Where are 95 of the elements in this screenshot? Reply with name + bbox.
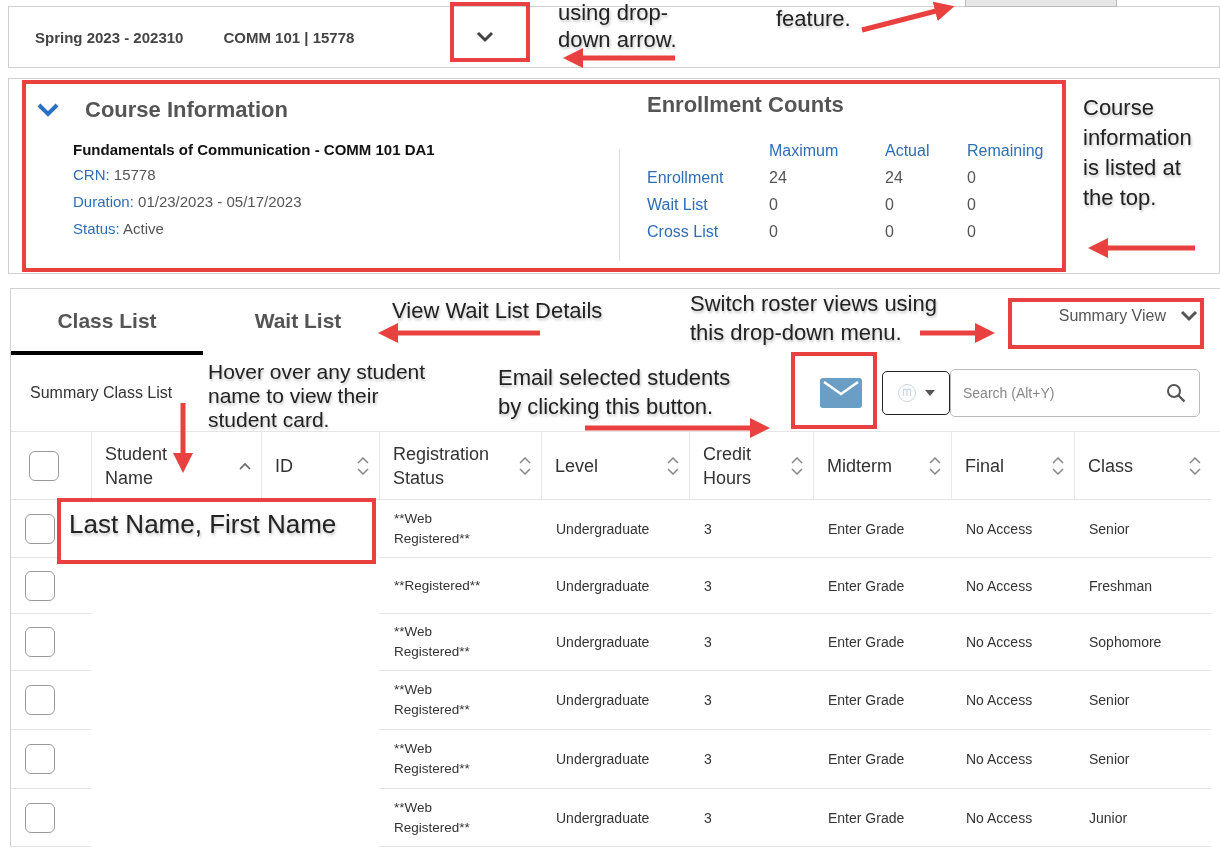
table-cell: 3 — [704, 751, 712, 767]
table-cell-text: **Web Registered** — [394, 681, 471, 719]
column-header: Maximum — [769, 141, 840, 161]
annotation-text: Email selected students by clicking this button. — [498, 364, 731, 421]
list-title: Summary Class List — [30, 384, 173, 402]
table-cell: 3 — [704, 692, 712, 708]
table-cell: Undergraduate — [556, 751, 650, 767]
checkbox[interactable] — [25, 570, 55, 601]
annotation-text: Hover over any student name to view their student card. — [208, 360, 426, 432]
checkbox[interactable] — [25, 802, 55, 833]
chevron-down-icon — [1180, 310, 1198, 322]
table-cell: No Access — [966, 751, 1033, 767]
chevron-down-icon[interactable] — [37, 102, 59, 118]
course-field: CRN: 15778 — [73, 161, 619, 188]
table-cell: No Access — [966, 809, 1033, 826]
count-value: 0 — [967, 222, 977, 242]
column-header[interactable]: Level — [541, 432, 689, 500]
table-cell: Senior — [1089, 692, 1130, 708]
table-cell: 3 — [704, 809, 712, 826]
column-header[interactable]: Class — [1074, 432, 1211, 500]
table-cell: Enter Grade — [828, 751, 905, 767]
table-cell-text: **Registered** — [394, 576, 481, 595]
search-field[interactable]: Search (Alt+Y) — [950, 369, 1200, 417]
table-cell: 3 — [704, 577, 712, 594]
table-cell: No Access — [966, 634, 1033, 650]
course-field: Status: Active — [73, 215, 619, 242]
email-button[interactable] — [820, 378, 862, 408]
table-cell: Freshman — [1089, 577, 1153, 594]
column-header[interactable]: Credit Hours — [689, 432, 813, 500]
table-cell: Enter Grade — [828, 577, 905, 594]
annotation-text: using drop- down arrow. — [558, 0, 677, 53]
table-cell: Senior — [1089, 520, 1130, 537]
column-header: Remaining — [967, 141, 1045, 161]
table-cell-text: **Web Registered** — [394, 798, 471, 837]
table-cell: Enter Grade — [828, 520, 905, 537]
search-icon — [1166, 383, 1186, 403]
column-header[interactable]: Final — [951, 432, 1074, 500]
count-value: 0 — [967, 195, 977, 215]
tab[interactable]: Wait List — [203, 291, 393, 355]
table-cell: Enter Grade — [828, 634, 905, 650]
table-cell: Senior — [1089, 751, 1130, 767]
table-cell-text: **Web Registered** — [394, 740, 471, 778]
view-dropdown[interactable]: Summary View — [1058, 307, 1198, 337]
table-cell: 3 — [704, 634, 712, 650]
count-value: 0 — [769, 195, 779, 215]
annotation-text: View Wait List Details — [392, 297, 603, 325]
row-label: Wait List — [647, 195, 709, 215]
annotation-text: Last Name, First Name — [57, 498, 376, 564]
tab[interactable]: Class List — [11, 291, 203, 355]
checkbox[interactable] — [25, 685, 55, 715]
envelope-icon — [820, 378, 862, 408]
table-cell: Undergraduate — [556, 809, 650, 826]
chevron-down-icon[interactable] — [476, 31, 495, 43]
table-cell: Undergraduate — [556, 634, 650, 650]
row-label: Cross List — [647, 222, 720, 242]
column-header[interactable]: Registration Status — [379, 432, 541, 500]
count-value: 0 — [769, 222, 779, 242]
table-cell: 3 — [704, 520, 712, 537]
annotation-text: Switch roster views using this drop-down menu. — [690, 290, 937, 347]
table-cell: Enter Grade — [828, 809, 905, 826]
table-cell: No Access — [966, 520, 1033, 537]
term-label: Spring 2023 - 202310 — [35, 28, 184, 46]
checkbox[interactable] — [29, 450, 59, 481]
count-value: 0 — [885, 195, 895, 215]
checkbox[interactable] — [25, 513, 55, 544]
table-cell: Undergraduate — [556, 577, 650, 594]
arrow — [173, 403, 193, 473]
count-value: 0 — [885, 222, 895, 242]
caret-icon — [925, 390, 935, 396]
table-cell: Junior — [1089, 809, 1128, 826]
column-header[interactable]: Midterm — [813, 432, 951, 500]
row-label: Enrollment — [647, 168, 725, 188]
table-cell-text: **Web Registered** — [394, 623, 471, 661]
table-cell: No Access — [966, 577, 1033, 594]
count-value: 0 — [967, 168, 977, 188]
checkbox[interactable] — [25, 627, 55, 657]
annotation-text: feature. — [776, 5, 851, 33]
table-cell: Sophomore — [1089, 634, 1162, 650]
count-value: 24 — [769, 168, 788, 188]
checkbox[interactable] — [25, 744, 55, 774]
table-cell: Undergraduate — [556, 692, 650, 708]
column-header: Actual — [885, 141, 931, 161]
table-cell: Enter Grade — [828, 692, 905, 708]
section-title: Course Information — [85, 97, 288, 123]
course-field: Duration: 01/23/2023 - 05/17/2023 — [73, 188, 619, 215]
annotation-text: Course information is listed at the top. — [1083, 94, 1192, 212]
columns-icon — [897, 383, 917, 403]
table-cell: Undergraduate — [556, 520, 650, 537]
course-name: Fundamentals of Communication - COMM 101 DA1 — [73, 140, 436, 160]
count-value: 24 — [885, 168, 904, 188]
column-selector-button[interactable] — [882, 371, 950, 415]
table-cell: No Access — [966, 692, 1033, 708]
section-title: Enrollment Counts — [647, 92, 844, 118]
table-cell-text: **Web Registered** — [394, 509, 471, 548]
course-label: COMM 101 | 15778 — [223, 28, 355, 46]
